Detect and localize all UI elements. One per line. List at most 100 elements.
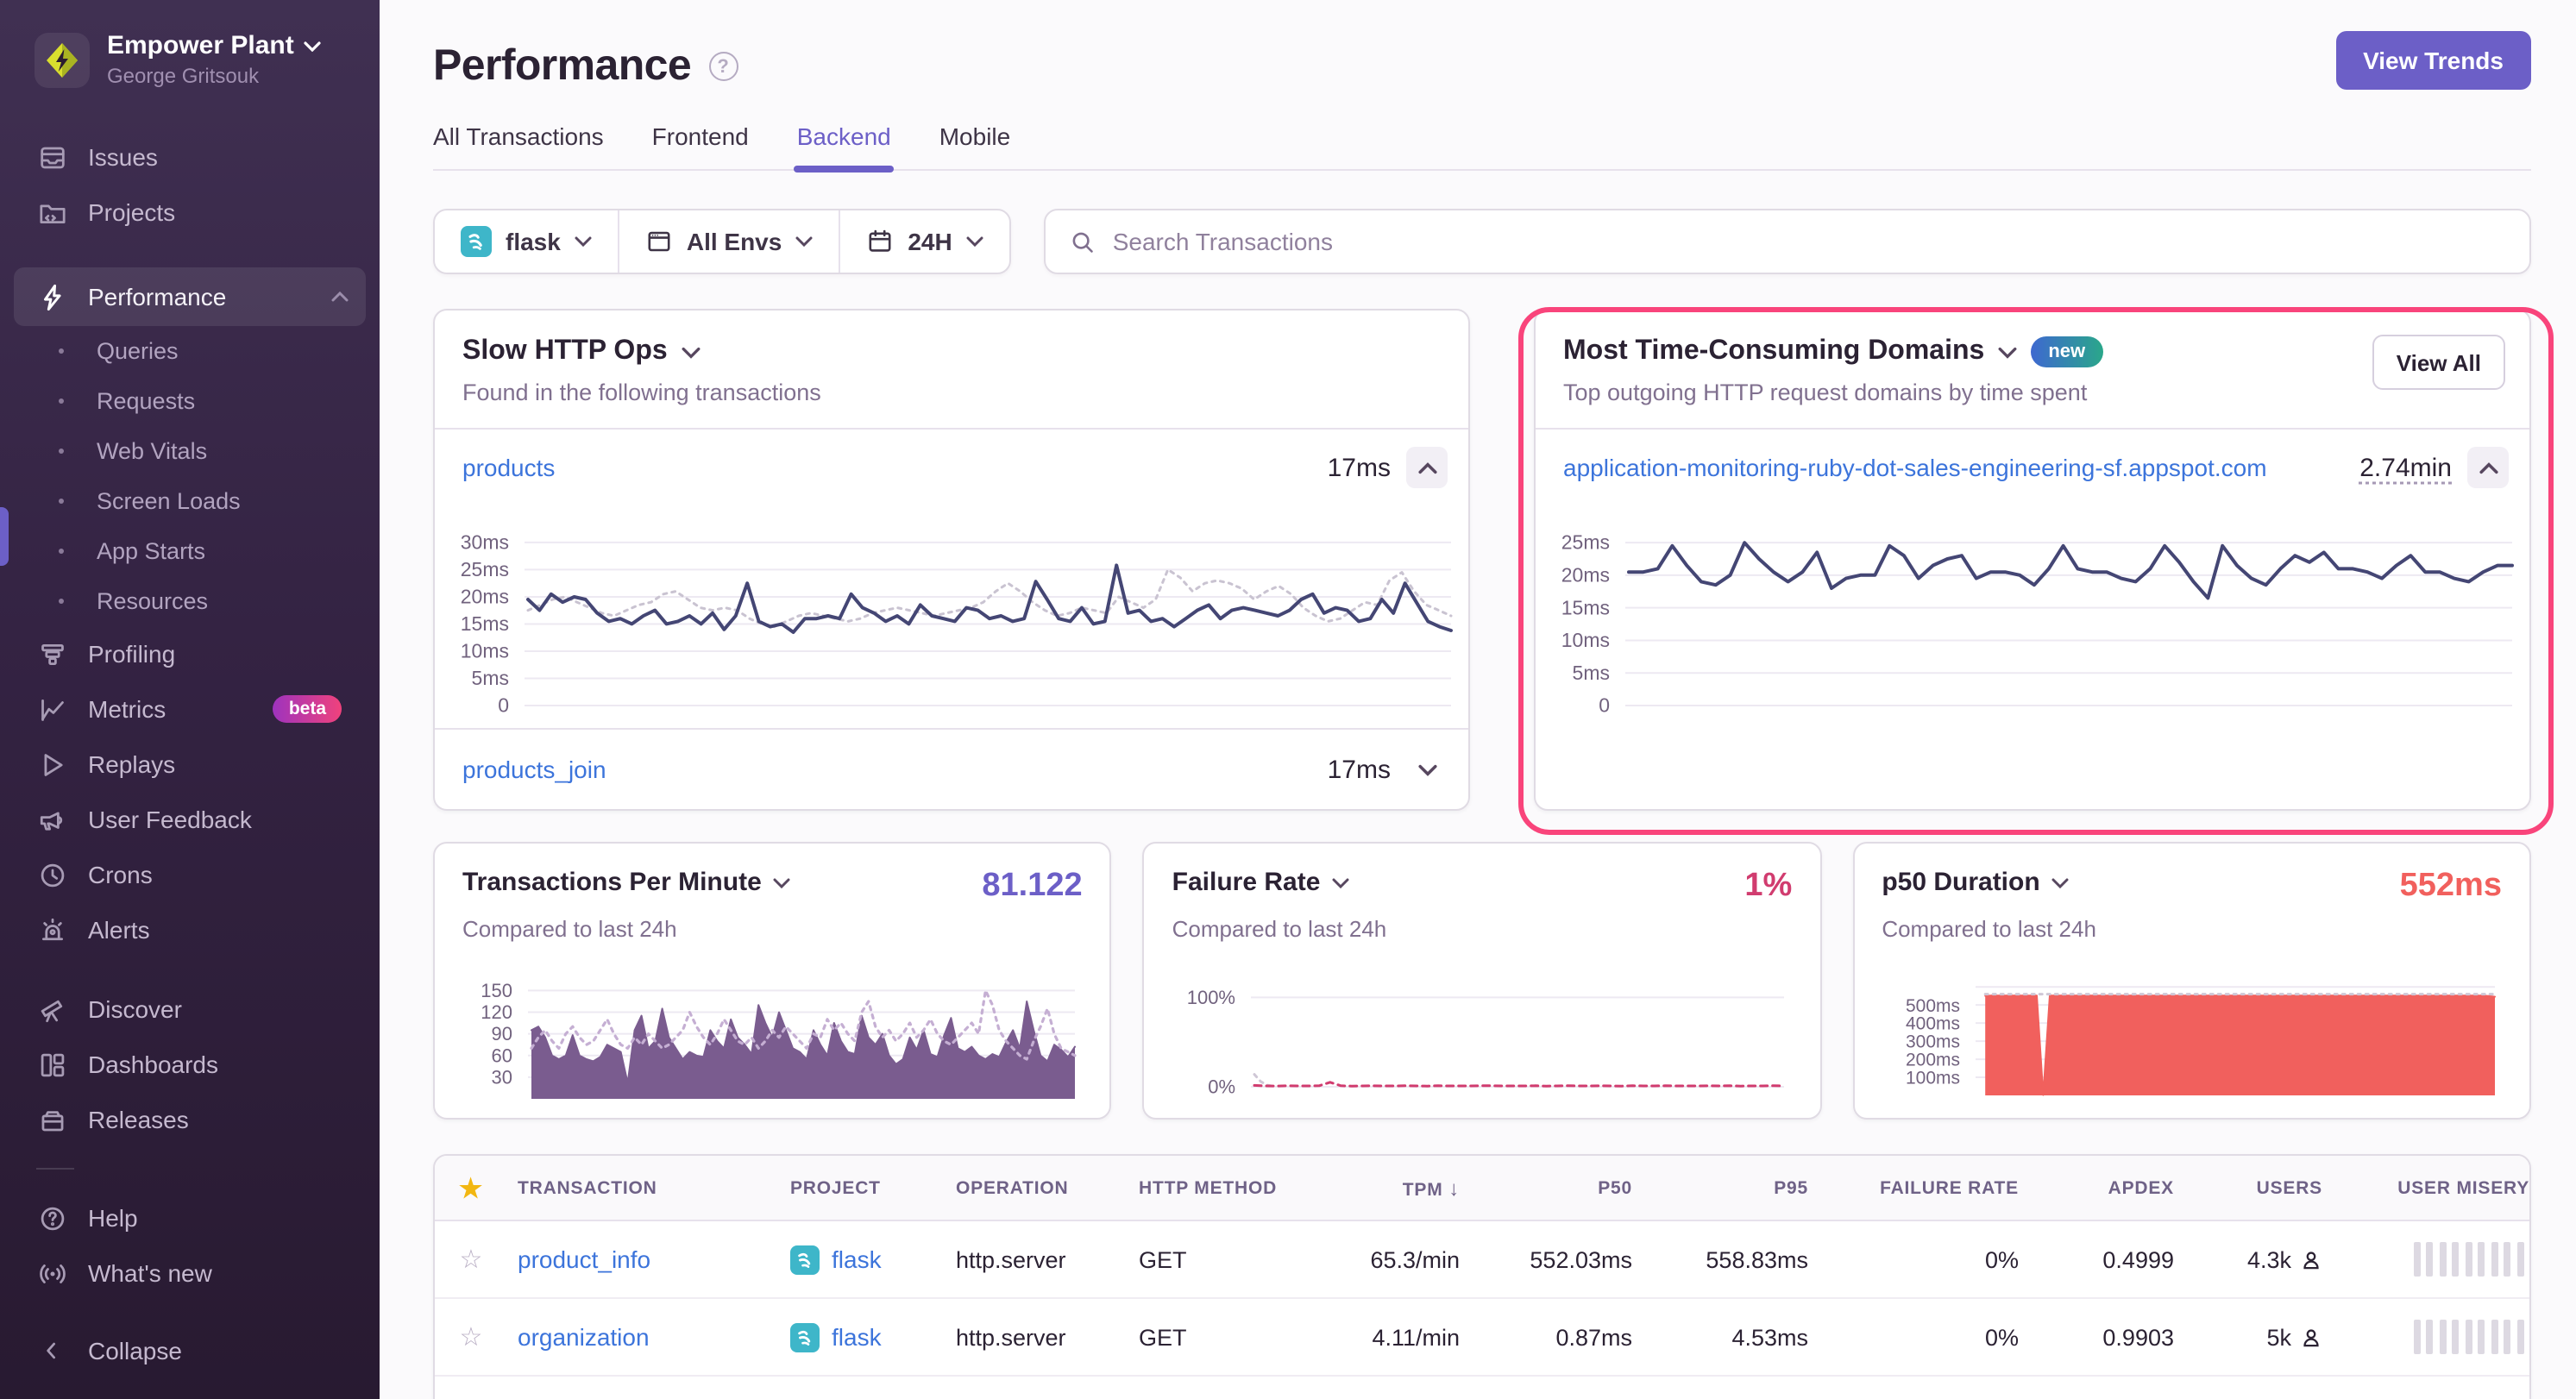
search-input[interactable] <box>1113 228 2505 255</box>
tab-all-transactions[interactable]: All Transactions <box>433 122 604 169</box>
favorite-star-icon[interactable]: ☆ <box>435 1321 507 1352</box>
date-range-selector[interactable]: 24H <box>839 210 1008 273</box>
sidebar-item-profiling[interactable]: Profiling <box>0 626 380 681</box>
view-trends-button[interactable]: View Trends <box>2335 31 2531 90</box>
domains-widget-title[interactable]: Most Time-Consuming Domains new <box>1563 336 2502 367</box>
svg-text:400ms: 400ms <box>1905 1014 1959 1034</box>
transaction-link[interactable]: organization <box>518 1323 650 1351</box>
megaphone-icon <box>36 804 67 835</box>
user-icon <box>2300 1248 2322 1270</box>
view-all-button[interactable]: View All <box>2372 335 2505 390</box>
sidebar-item-performance[interactable]: Performance <box>14 267 366 326</box>
svg-text:100%: 100% <box>1187 987 1235 1008</box>
expand-chart-button[interactable] <box>1406 749 1448 790</box>
products-link[interactable]: products <box>462 454 555 481</box>
sidebar-item-crons[interactable]: Crons <box>0 847 380 902</box>
col-tpm[interactable]: TPM ↓ <box>1332 1176 1470 1200</box>
sidebar-item-web-vitals[interactable]: Web Vitals <box>0 426 380 476</box>
metrics-row: Transactions Per Minute 81.122 Compared … <box>433 842 2531 1120</box>
sidebar-item-help[interactable]: Help <box>0 1190 380 1245</box>
failure-rate-chart: 100%0% <box>1172 976 1793 1101</box>
archive-icon <box>36 1104 67 1135</box>
sidebar-item-app-starts[interactable]: App Starts <box>0 526 380 576</box>
sidebar-item-dashboards[interactable]: Dashboards <box>0 1037 380 1092</box>
sidebar-item-user-feedback[interactable]: User Feedback <box>0 792 380 847</box>
sidebar-collapse-button[interactable]: Collapse <box>0 1323 380 1378</box>
tpm-title[interactable]: Transactions Per Minute <box>462 868 791 897</box>
sidebar-item-screen-loads[interactable]: Screen Loads <box>0 476 380 526</box>
dashboard-icon <box>36 1049 67 1080</box>
active-nav-indicator <box>0 507 9 566</box>
p50-duration-title[interactable]: p50 Duration <box>1882 868 2069 897</box>
sidebar-item-releases[interactable]: Releases <box>0 1092 380 1147</box>
transaction-row-products: products 17ms <box>435 430 1468 495</box>
col-apdex[interactable]: APDEX <box>2029 1177 2184 1198</box>
chevron-up-icon <box>331 292 349 302</box>
project-selector[interactable]: flask <box>435 210 618 273</box>
help-icon <box>36 1202 67 1233</box>
org-name: Empower Plant <box>107 31 322 60</box>
siren-icon <box>36 914 67 945</box>
col-http-method[interactable]: HTTP METHOD <box>1128 1177 1332 1198</box>
tab-mobile[interactable]: Mobile <box>939 122 1011 169</box>
sidebar-item-discover[interactable]: Discover <box>0 982 380 1037</box>
project-link[interactable]: flask <box>832 1323 882 1351</box>
svg-text:5ms: 5ms <box>472 667 509 689</box>
user-misery-bars <box>2333 1242 2531 1277</box>
sidebar-item-replays[interactable]: Replays <box>0 737 380 792</box>
products-duration: 17ms <box>1328 453 1406 482</box>
table-row: ☆ organization flask http.server GET 4.1… <box>435 1299 2529 1377</box>
p50-duration-chart: 500ms400ms300ms200ms100ms <box>1882 976 2502 1101</box>
col-transaction[interactable]: TRANSACTION <box>507 1177 780 1198</box>
table-row: ☆ product_info flask http.server GET 65.… <box>435 1221 2529 1299</box>
col-p95[interactable]: P95 <box>1643 1177 1819 1198</box>
flask-project-icon <box>790 1245 820 1274</box>
col-user-misery[interactable]: USER MISERY <box>2333 1177 2531 1198</box>
svg-text:10ms: 10ms <box>461 640 509 662</box>
project-link[interactable]: flask <box>832 1245 882 1273</box>
collapse-chart-button[interactable] <box>1406 447 1448 488</box>
favorite-star-icon[interactable]: ☆ <box>435 1244 507 1275</box>
tab-frontend[interactable]: Frontend <box>652 122 749 169</box>
sidebar-item-requests[interactable]: Requests <box>0 376 380 426</box>
svg-text:25ms: 25ms <box>1561 531 1610 554</box>
failure-rate-title[interactable]: Failure Rate <box>1172 868 1350 897</box>
sort-desc-icon: ↓ <box>1448 1176 1460 1200</box>
sidebar-item-queries[interactable]: Queries <box>0 326 380 376</box>
col-operation[interactable]: OPERATION <box>946 1177 1128 1198</box>
calendar-icon <box>866 228 894 255</box>
org-switcher[interactable]: Empower Plant George Gritsouk <box>0 0 380 88</box>
svg-text:100ms: 100ms <box>1905 1069 1959 1088</box>
table-header-row: ★ TRANSACTION PROJECT OPERATION HTTP MET… <box>435 1156 2529 1221</box>
col-p50[interactable]: P50 <box>1470 1177 1643 1198</box>
failure-rate-card: Failure Rate 1% Compared to last 24h 100… <box>1143 842 1822 1120</box>
metrics-icon <box>36 693 67 725</box>
tpm-card: Transactions Per Minute 81.122 Compared … <box>433 842 1112 1120</box>
issues-icon <box>36 141 67 173</box>
slow-http-ops-widget: Slow HTTP Ops Found in the following tra… <box>433 309 1470 811</box>
sidebar-item-projects[interactable]: Projects <box>0 185 380 240</box>
col-users[interactable]: USERS <box>2184 1177 2333 1198</box>
col-failure-rate[interactable]: FAILURE RATE <box>1819 1177 2029 1198</box>
col-project[interactable]: PROJECT <box>780 1177 946 1198</box>
sidebar-nav: Issues Projects Performance Queries Requ… <box>0 129 380 1301</box>
page-filters: flask All Envs 24H <box>433 209 1011 274</box>
sidebar-item-whats-new[interactable]: What's new <box>0 1245 380 1301</box>
svg-text:20ms: 20ms <box>461 586 509 608</box>
domain-link[interactable]: application-monitoring-ruby-dot-sales-en… <box>1563 454 2267 481</box>
collapse-chart-button[interactable] <box>2467 447 2509 488</box>
transaction-link[interactable]: product_info <box>518 1245 650 1273</box>
sidebar-item-alerts[interactable]: Alerts <box>0 902 380 957</box>
chevron-down-icon <box>1998 346 2017 358</box>
sidebar-item-metrics[interactable]: Metrics beta <box>0 681 380 737</box>
slow-http-ops-title[interactable]: Slow HTTP Ops <box>462 336 1441 367</box>
sidebar-item-issues[interactable]: Issues <box>0 129 380 185</box>
sidebar-item-resources[interactable]: Resources <box>0 576 380 626</box>
star-icon[interactable]: ★ <box>435 1172 507 1203</box>
tab-backend[interactable]: Backend <box>797 122 891 169</box>
products-join-link[interactable]: products_join <box>462 756 606 783</box>
search-field <box>1044 209 2531 274</box>
chevron-up-icon <box>2479 461 2497 474</box>
environment-selector[interactable]: All Envs <box>618 210 839 273</box>
help-question-icon[interactable]: ? <box>708 52 738 81</box>
